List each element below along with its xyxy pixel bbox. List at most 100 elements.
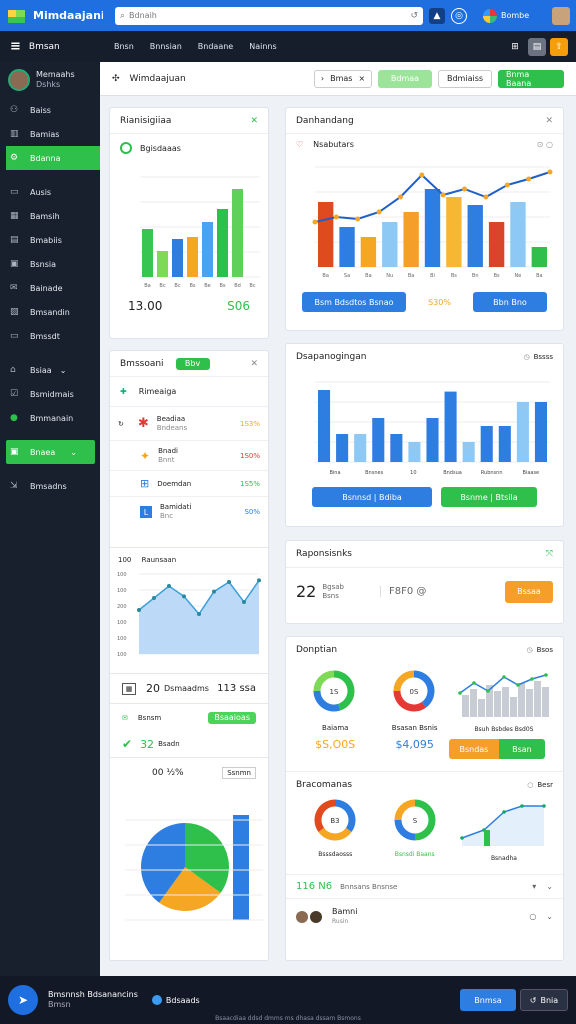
primary-button[interactable]: Bnma Baana — [498, 69, 564, 88]
card-completion: Donptian ◷ Bsos 1S Baiama $S,O0S 0S Bsas… — [285, 636, 564, 961]
bar — [202, 222, 213, 277]
chart-button-right[interactable]: Bsnme | Btsila — [441, 487, 537, 507]
chevron-down-icon[interactable]: ⌄ — [546, 912, 553, 921]
big-number: 22 — [296, 582, 317, 601]
x-tick-label: Ba — [144, 283, 151, 289]
sidebar-item-10[interactable]: ▭ Bmssdt — [0, 324, 100, 348]
sidebar-item-8[interactable]: ✉ Bainade — [0, 276, 100, 300]
filter-icon[interactable]: ▾ — [532, 882, 536, 891]
list-item-name: Doemdan — [157, 479, 192, 488]
info-icon[interactable]: ◷ — [527, 646, 533, 654]
footer-secondary-button[interactable]: ↺ Bnia — [520, 989, 568, 1011]
grid-icon[interactable]: ⊞ — [506, 38, 524, 56]
bar — [360, 237, 377, 267]
orange-button[interactable]: Bsndas — [448, 739, 499, 759]
settings-icon[interactable]: ○ — [529, 912, 536, 921]
close-icon[interactable]: ✕ — [250, 359, 258, 369]
area-point — [167, 584, 171, 588]
sidebar-item-9[interactable]: ▧ Bmsandin — [0, 300, 100, 324]
x-tick-label: Bs — [219, 283, 225, 289]
bar — [318, 390, 331, 462]
settings-icon[interactable]: ◎ — [451, 7, 467, 24]
y-tick-label: 200 — [117, 604, 127, 610]
list-item[interactable]: L Bamidati Bnc S0% — [110, 497, 268, 527]
sidebar-item-label: Bsiaa — [30, 365, 52, 375]
sidebar-item-4[interactable]: ▭ Ausis — [0, 180, 100, 204]
profile-avatar[interactable] — [552, 6, 570, 25]
sidebar-item-5[interactable]: ▦ Bamsih — [0, 204, 100, 228]
bar — [157, 251, 168, 277]
green-button[interactable]: Bsan — [498, 739, 545, 759]
sidebar-item-3[interactable]: ⚙ Bdanna — [6, 146, 100, 170]
search-input[interactable]: Bdnaih — [129, 11, 410, 20]
footer-primary-button[interactable]: Bnmsa — [460, 989, 516, 1011]
expand-icon[interactable]: ⤧ — [546, 549, 553, 559]
list-item[interactable]: ⊞ Doemdan 1S5% — [110, 471, 268, 497]
chart-button-left[interactable]: Bsnnsd | Bdiba — [312, 487, 432, 507]
building — [509, 697, 517, 717]
sidebar-item-1[interactable]: ⚇ Baiss — [0, 98, 100, 122]
star-icon: ✦ — [140, 448, 151, 463]
combo-chart: Ba Sa Ba Nu Ba Bi Bs Bn Bs Ne Ba — [312, 166, 553, 279]
sidebar-item-2[interactable]: ▥ Bamias — [0, 122, 100, 146]
sidebar-item-14[interactable]: ▣ Bnaea ⌄ — [6, 440, 95, 464]
user-name: Bombe — [501, 11, 530, 20]
nav-tab-2[interactable]: Bnnsian — [150, 42, 182, 51]
stat-number: 116 N6 — [296, 881, 333, 892]
card-subtitle: Bgisdaaas — [140, 143, 181, 153]
doc-icon[interactable]: ▤ — [528, 37, 546, 56]
avatar — [8, 69, 30, 91]
bar — [390, 434, 403, 462]
action-button-2[interactable]: Bdmiaiss — [438, 69, 492, 88]
sidebar-item-label: Bmssdt — [30, 331, 60, 341]
nav-tab-1[interactable]: Bnsn — [114, 42, 134, 51]
chart-button-left[interactable]: Bsm Bdsdtos Bsnao — [302, 292, 406, 312]
clear-icon[interactable]: ↺ — [410, 11, 418, 21]
x-tick-label: Bs — [451, 273, 457, 279]
search-bar[interactable]: ⌕ Bdnaih ↺ — [115, 6, 423, 25]
plus-icon[interactable]: ✚ — [120, 387, 127, 396]
info-icon[interactable]: ○ — [527, 781, 533, 789]
item-label: Bsnsm — [137, 713, 162, 722]
notification-icon[interactable]: ▲ — [429, 7, 445, 24]
chart-button-right[interactable]: Bbn Bno — [472, 292, 547, 312]
sub-label: Bgsab — [322, 582, 344, 591]
list-item[interactable]: ↻ ✱ Beadiaa Bndeans 1S3% — [110, 407, 268, 441]
chevron-down-icon[interactable]: ⌄ — [546, 882, 553, 891]
sidebar-user[interactable]: Memaahs Dshks — [0, 62, 100, 98]
nav-tab-3[interactable]: Bndaane — [198, 42, 233, 51]
more-icon[interactable]: ⊙ ○ — [537, 140, 553, 149]
sidebar-item-12[interactable]: ☑ Bsmidmais — [0, 382, 100, 406]
status-badge: Bbv — [175, 357, 210, 370]
nav-tab-4[interactable]: Nainns — [249, 42, 276, 51]
sidebar-item-6[interactable]: ▤ Bmabiis — [0, 228, 100, 252]
check-circle-icon: ✔ — [122, 737, 133, 751]
upload-icon[interactable]: ⇧ — [550, 37, 568, 56]
sub-label: Bsns — [322, 591, 339, 600]
app-logo-icon[interactable] — [6, 7, 28, 25]
donut-chart: S — [394, 799, 436, 841]
gear-icon: ⚙ — [10, 153, 19, 163]
sidebar-item-7[interactable]: ▣ Bsnsia — [0, 252, 100, 276]
list-item-sub: Bndeans — [156, 423, 188, 432]
filter-button[interactable]: › Bmas × — [314, 69, 372, 88]
sidebar-item-15[interactable]: ⇲ Bmsadns — [0, 474, 100, 498]
x-tick-label: Bc — [159, 283, 165, 289]
menu-toggle[interactable]: ≡ Bmsan — [0, 39, 100, 54]
area-point — [242, 600, 246, 604]
close-icon[interactable]: ✕ — [250, 116, 258, 126]
close-icon[interactable]: ✕ — [545, 116, 553, 126]
user-menu[interactable]: Bombe — [483, 8, 530, 23]
item-button[interactable]: Bsaaioas — [208, 711, 256, 724]
send-icon[interactable]: ➤ — [8, 985, 38, 1015]
percent-value: 00 ½% — [152, 767, 184, 778]
card-list: Bmssoani Bbv ✕ ✚ Rimeaiga ↻ ✱ Beadiaa Bndean… — [109, 350, 269, 961]
footer-bar: ➤ Bmsnnsh Bdsanancins Bmsn Bdsaads Bnmsa… — [0, 976, 576, 1024]
list-item[interactable]: ✦ Bnadi Bnnt 1S0% — [110, 441, 268, 471]
info-icon[interactable]: ◷ — [524, 353, 530, 361]
action-button-1[interactable]: Bdmaa — [378, 69, 432, 88]
sidebar-item-11[interactable]: ⌂ Bsiaa ⌄ — [0, 358, 100, 382]
sidebar-item-13[interactable]: ● Bmmanain — [0, 406, 100, 430]
report-button[interactable]: Bssaa — [505, 580, 553, 603]
percent-button[interactable]: Ssnmn — [222, 766, 256, 779]
